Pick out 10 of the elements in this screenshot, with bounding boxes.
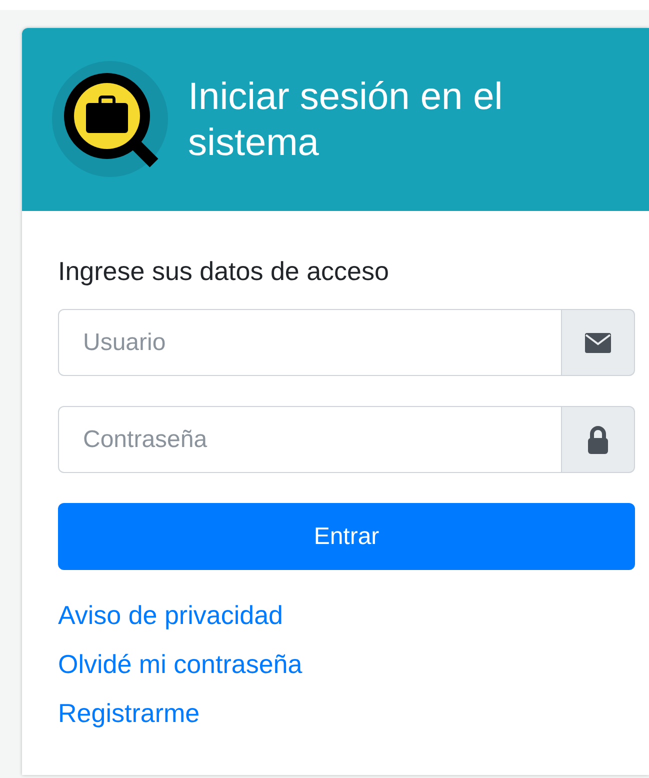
login-button[interactable]: Entrar (58, 503, 635, 570)
text-link[interactable]: Registrarme (58, 698, 200, 728)
form-heading: Ingrese sus datos de acceso (58, 255, 390, 288)
lock-icon (587, 426, 609, 454)
mail-icon (585, 332, 611, 352)
text-link[interactable]: Aviso de privacidad (58, 600, 283, 630)
text-link[interactable]: Olvidé mi contraseña (58, 649, 302, 679)
username-field[interactable]: Usuario (58, 309, 562, 376)
page-title: Iniciar sesión en el sistema (188, 74, 504, 166)
password-field[interactable]: Contraseña (58, 406, 562, 473)
